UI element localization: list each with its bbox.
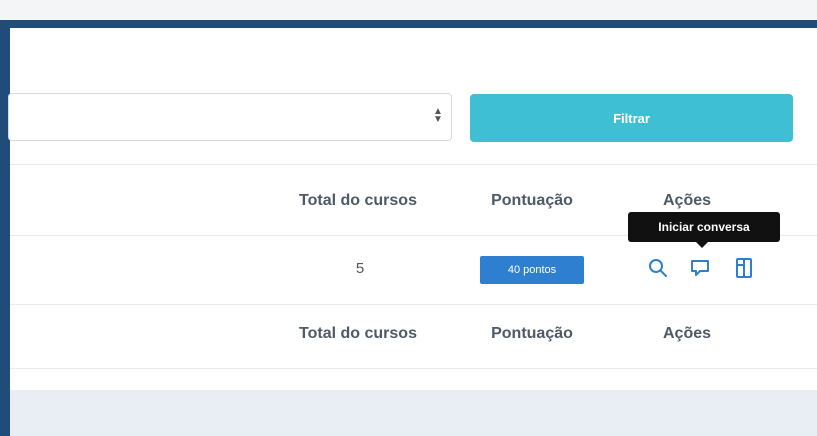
footer-band xyxy=(10,390,817,436)
filter-select[interactable]: ▲ ▼ xyxy=(8,93,452,141)
window-frame: ▲ ▼ Filtrar Total do cursos Pontuação Açõ… xyxy=(0,20,817,436)
divider xyxy=(10,304,817,305)
tooltip-arrow xyxy=(696,242,708,248)
header-total-courses: Total do cursos xyxy=(299,192,417,209)
filter-button[interactable]: Filtrar xyxy=(470,94,793,142)
cell-total-courses: 5 xyxy=(355,260,365,277)
divider xyxy=(10,164,817,165)
header-actions: Ações xyxy=(662,192,712,209)
tooltip-text: Iniciar conversa xyxy=(658,220,750,234)
footer-actions: Ações xyxy=(662,325,712,342)
content-panel: ▲ ▼ Filtrar Total do cursos Pontuação Açõ… xyxy=(8,28,817,436)
document-icon[interactable] xyxy=(732,256,756,280)
divider xyxy=(10,368,817,369)
tooltip: Iniciar conversa xyxy=(628,212,780,248)
chat-icon[interactable] xyxy=(688,256,712,280)
search-icon[interactable] xyxy=(646,256,670,280)
footer-score: Pontuação xyxy=(491,325,573,342)
header-score: Pontuação xyxy=(491,192,573,209)
score-badge: 40 pontos xyxy=(480,256,584,284)
footer-total-courses: Total do cursos xyxy=(299,325,417,342)
select-arrows-icon: ▲ ▼ xyxy=(433,106,443,125)
